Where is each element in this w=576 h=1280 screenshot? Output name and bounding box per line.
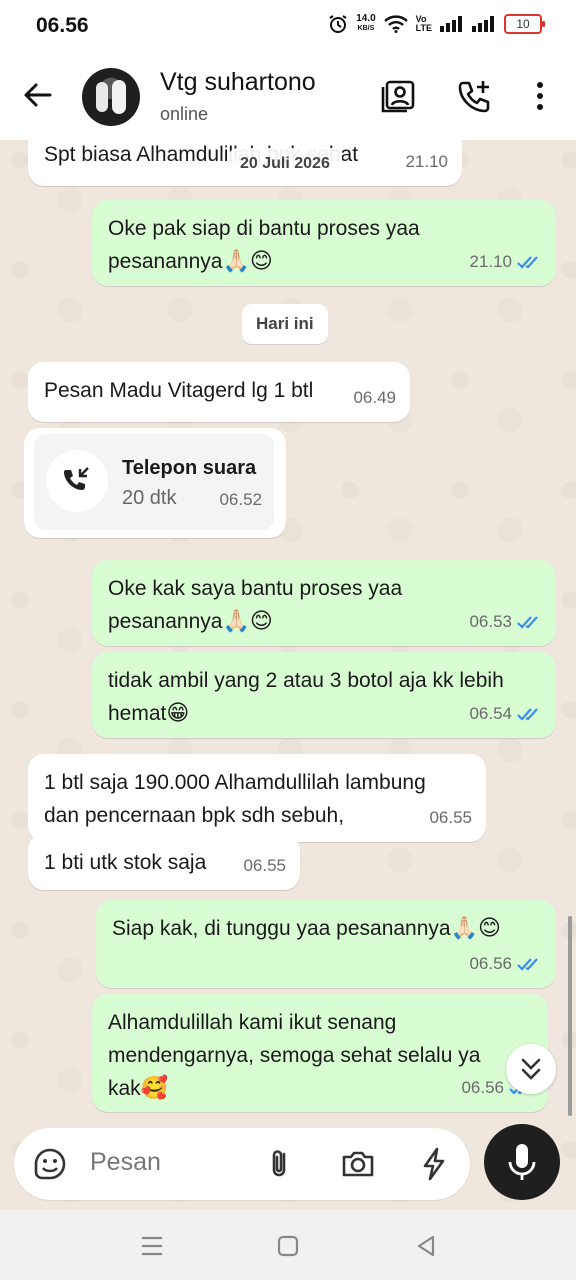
wifi-icon	[383, 15, 408, 33]
call-duration: 20 dtk	[122, 487, 177, 509]
net-speed: 14.0 KB/S	[356, 14, 375, 34]
call-card[interactable]: Telepon suara 20 dtk 06.52	[34, 434, 274, 530]
message-meta: 06.54	[469, 697, 542, 730]
camera-icon[interactable]	[340, 1146, 376, 1182]
message-text-line: pesanannya	[108, 250, 223, 273]
missed-call-icon	[64, 467, 89, 490]
message-meta: 06.49	[353, 381, 396, 414]
message-emoji: 🙏🏻😊	[450, 916, 501, 941]
message-text: Pesan Madu Vitagerd lg 1 btl	[44, 379, 314, 402]
message-text-line: hemat	[108, 702, 167, 725]
home-nav-icon[interactable]	[274, 1232, 302, 1260]
status-icons: 14.0 KB/S Vo LTE 10	[328, 14, 545, 34]
message-time: 06.55	[429, 808, 472, 827]
back-nav-icon[interactable]	[412, 1232, 440, 1260]
double-check-read-icon	[517, 707, 538, 721]
message-outgoing[interactable]: Oke pak siap di bantu proses yaa pesanan…	[92, 200, 556, 286]
message-time: 06.53	[469, 612, 512, 631]
date-chip: 20 Juli 2026	[228, 148, 342, 180]
battery-icon: 10	[504, 14, 545, 34]
status-bar: 06.56 14.0 KB/S Vo LTE 10	[0, 0, 576, 52]
system-nav-bar	[0, 1210, 576, 1280]
presence-status: online	[160, 104, 209, 124]
message-time: 06.55	[243, 856, 286, 875]
scroll-down-button[interactable]	[506, 1044, 556, 1094]
call-time: 06.52	[219, 490, 262, 509]
message-time-text: 21.10	[405, 152, 448, 171]
message-time: 06.56	[461, 1078, 504, 1097]
message-meta: 06.55	[429, 801, 472, 834]
contact-name[interactable]: Vtg suhartono	[160, 68, 316, 97]
scrollbar[interactable]	[568, 916, 572, 1116]
scroll-down-icon	[521, 1058, 541, 1080]
message-text-line: 1 btl saja 190.000 Alhamdullilah lambung	[44, 771, 426, 794]
volte-bottom: LTE	[415, 23, 432, 33]
message-outgoing[interactable]: tidak ambil yang 2 atau 3 botol aja kk l…	[92, 652, 556, 738]
chat-area[interactable]: Spt biasa Alhamdulillah bpk sehat 21.10 …	[0, 140, 576, 1210]
add-call-icon[interactable]	[456, 78, 492, 114]
volte-indicator: Vo LTE	[416, 15, 432, 33]
message-input-bar[interactable]: Pesan	[14, 1128, 470, 1200]
message-emoji: 🙏🏻😊	[222, 609, 273, 634]
message-text-line: mendengarnya, semoga sehat selalu ya	[108, 1044, 481, 1067]
message-text-line: Oke pak siap di bantu proses yaa	[108, 217, 420, 240]
message-outgoing[interactable]: Alhamdulillah kami ikut senang mendengar…	[92, 994, 548, 1112]
call-message[interactable]: Telepon suara 20 dtk 06.52	[24, 428, 286, 538]
message-meta: 06.53	[469, 605, 542, 638]
call-icon-circle	[46, 450, 108, 512]
alarm-icon	[329, 15, 347, 33]
more-vert-icon[interactable]	[522, 78, 558, 114]
clock: 06.56	[36, 14, 89, 37]
message-time: 06.49	[353, 388, 396, 407]
net-speed-value: 14.0	[356, 13, 376, 24]
contact-card-icon[interactable]	[380, 78, 416, 114]
attach-icon[interactable]	[262, 1146, 298, 1182]
avatar-figure	[96, 82, 108, 112]
message-incoming[interactable]: 1 bti utk stok saja 06.55	[28, 834, 300, 890]
message-text: Siap kak, di tunggu yaa pesanannya	[112, 917, 451, 940]
message-text: 1 bti utk stok saja	[44, 851, 207, 874]
day-divider: Hari ini	[242, 304, 328, 344]
message-text-line: pesanannya	[108, 610, 223, 633]
mic-icon	[508, 1144, 536, 1180]
message-meta: 06.55	[243, 849, 286, 882]
double-check-read-icon	[517, 957, 538, 971]
message-incoming[interactable]: 1 btl saja 190.000 Alhamdullilah lambung…	[28, 754, 486, 842]
signal-icon-2	[472, 16, 494, 32]
message-text-line: Alhamdulillah kami ikut senang	[108, 1011, 397, 1034]
message-emoji: 😁	[166, 701, 190, 726]
signal-icon-1	[440, 16, 462, 32]
message-text-line: kak	[108, 1077, 141, 1100]
message-time: 21.10	[469, 252, 512, 271]
avatar-figure	[112, 80, 126, 114]
message-time: 21.10	[405, 145, 448, 178]
message-text-line: Oke kak saya bantu proses yaa	[108, 577, 403, 600]
net-speed-unit: KB/S	[357, 25, 375, 32]
message-outgoing[interactable]: Oke kak saya bantu proses yaa pesanannya…	[92, 560, 556, 646]
double-check-read-icon	[517, 255, 538, 269]
message-meta: 21.10	[469, 245, 542, 278]
message-meta: 06.56	[469, 947, 542, 980]
quick-reply-icon[interactable]	[416, 1146, 452, 1182]
message-text-line: dan pencernaan bpk sdh sebuh,	[44, 804, 345, 827]
avatar[interactable]	[82, 68, 140, 126]
sticker-icon[interactable]	[32, 1146, 68, 1182]
message-time: 06.54	[469, 704, 512, 723]
back-arrow-icon[interactable]	[22, 78, 54, 112]
chat-header: Vtg suhartono online	[0, 52, 576, 140]
double-check-read-icon	[517, 615, 538, 629]
call-title: Telepon suara	[122, 457, 257, 479]
message-outgoing[interactable]: Siap kak, di tunggu yaa pesanannya🙏🏻😊 06…	[96, 900, 556, 988]
message-emoji: 🥰	[140, 1076, 169, 1101]
message-emoji: 🙏🏻😊	[222, 249, 273, 274]
message-text-line: tidak ambil yang 2 atau 3 botol aja kk l…	[108, 669, 504, 692]
menu-nav-icon[interactable]	[138, 1232, 166, 1260]
mic-button[interactable]	[484, 1124, 560, 1200]
message-time: 06.56	[469, 954, 512, 973]
message-incoming[interactable]: Pesan Madu Vitagerd lg 1 btl 06.49	[28, 362, 410, 422]
message-input[interactable]: Pesan	[90, 1148, 161, 1177]
